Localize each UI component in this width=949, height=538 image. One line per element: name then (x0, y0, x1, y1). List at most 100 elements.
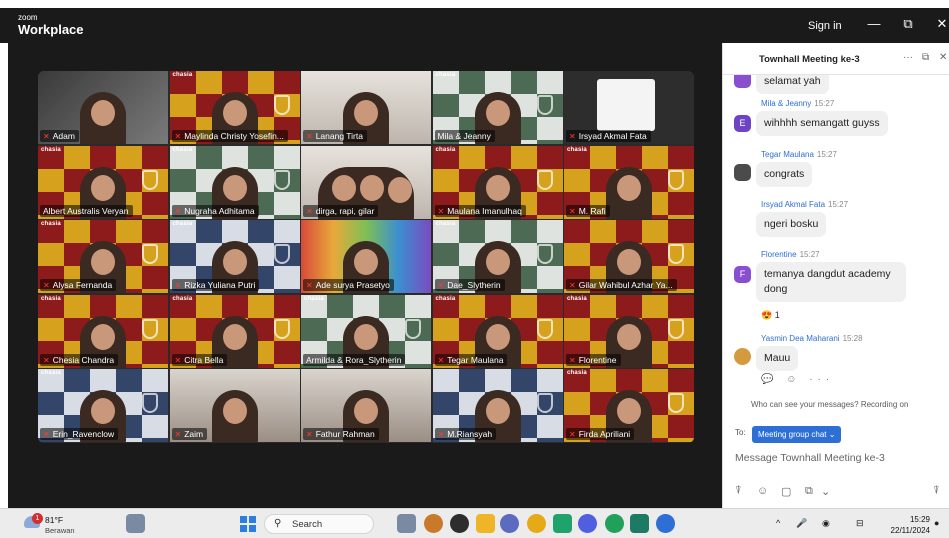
chat-title: Townhall Meeting ke-3 (759, 54, 860, 65)
participant-tile[interactable]: chasia ✕ Citra Bella (169, 294, 300, 368)
participant-tile[interactable]: chasia ✕ Erin_Ravenclow (38, 369, 168, 442)
avatar: F (734, 266, 751, 283)
chat-input[interactable] (735, 448, 940, 468)
participant-tile[interactable]: chasia ✕ Alysa Fernanda (38, 220, 168, 293)
participant-tile[interactable]: ✕ Lanang Tirta (301, 71, 431, 144)
popout-icon[interactable]: ⧉ (922, 52, 929, 63)
send-icon[interactable]: ⍒ (933, 485, 940, 498)
to-label: To: (735, 428, 746, 437)
participant-name: Tegar Maulana (447, 354, 504, 365)
house-watermark: chasia (567, 295, 587, 302)
zoom-window: { "app": { "brand_small": "zoom", "brand… (0, 0, 949, 538)
participant-tile[interactable]: ✕ Adam (38, 71, 168, 144)
clock[interactable]: 15:29 22/11/2024 (878, 514, 930, 536)
message-actions[interactable]: 💬 ☺ ··· (761, 374, 834, 385)
taskbar-app-icon[interactable] (656, 514, 675, 533)
restore-icon[interactable]: ⧉ (900, 16, 916, 32)
taskbar-search[interactable]: ⚲ Search (264, 514, 374, 534)
taskbar-app-icon[interactable] (424, 514, 443, 533)
participant-name-tag: ✕ Nugraha Adhitama (171, 204, 259, 217)
participant-name: Citra Bella (184, 354, 224, 365)
participant-tile[interactable]: chasia Mila & Jeanny (432, 71, 563, 144)
participant-tile[interactable]: chasia Albert Australis Veryan (38, 145, 168, 219)
muted-mic-icon: ✕ (569, 206, 576, 216)
participant-name: Florentine (578, 354, 617, 365)
tray-overflow-icon[interactable]: ^ (776, 518, 780, 528)
participant-tile[interactable]: chasia ✕ M. Rafi (564, 145, 694, 219)
file-icon[interactable]: ▢ (781, 485, 791, 498)
house-crest-icon (668, 393, 684, 413)
taskbar-app-icon[interactable] (578, 514, 597, 533)
taskbar-app-icon[interactable] (553, 514, 572, 533)
privacy-notice[interactable]: Who can see your messages? Recording on (751, 400, 908, 409)
taskbar-app-icon[interactable] (450, 514, 469, 533)
participant-name-tag: ✕ Alysa Fernanda (40, 279, 117, 291)
participant-name: Rizka Yuliana Putri (184, 280, 256, 290)
taskbar-app-icon[interactable] (630, 514, 649, 533)
participant-tile[interactable]: chasia ✕ Nugraha Adhitama (169, 145, 300, 219)
taskbar-app-icon[interactable] (605, 514, 624, 533)
taskbar-app-icon[interactable] (397, 514, 416, 533)
participant-tile[interactable]: chasia ✕ Florentine (564, 294, 694, 368)
participant-name: Adam (52, 131, 75, 141)
muted-mic-icon: ✕ (43, 355, 50, 365)
participant-tile[interactable]: ✕ dirga, rapi, gilar (301, 145, 431, 219)
house-crest-icon (536, 95, 553, 115)
screenshot-icon[interactable]: ⧉ (805, 485, 813, 498)
message-bubble: Mauu (756, 346, 799, 371)
taskbar: 1 81°F Berawan ⚲ Search ^ 🎤 ◉ ⊟ 15:29 22… (0, 508, 949, 538)
participant-tile[interactable]: chasia ✕ Rizka Yuliana Putri (169, 220, 300, 293)
sign-in-button[interactable]: Sign in (808, 20, 842, 32)
participant-tile[interactable]: ✕ Gilar Wahibul Azhar Ya... (564, 220, 694, 293)
muted-mic-icon: ✕ (43, 281, 50, 290)
participant-video (211, 390, 258, 442)
weather-description[interactable]: Berawan (45, 526, 75, 535)
participant-tile[interactable]: ✕ M.Riansyah (432, 369, 563, 442)
close-chat-icon[interactable]: ✕ (939, 52, 947, 63)
participant-tile[interactable]: chasia ✕ Dae_Slytherin (432, 220, 563, 293)
participant-tile[interactable]: ✕ Fathur Rahman (301, 369, 431, 442)
chat-messages: selamat yah Mila & Jeanny 15:27 E wihhhh … (723, 75, 949, 420)
muted-mic-icon: ✕ (174, 281, 182, 290)
start-icon[interactable] (240, 516, 256, 532)
muted-mic-icon: ✕ (43, 430, 50, 439)
participant-tile[interactable]: ✕ Irsyad Akmal Fata (564, 71, 694, 144)
participant-name-tag: ✕ Irsyad Akmal Fata (566, 130, 651, 142)
participant-tile[interactable]: ✕ Zaim (169, 369, 300, 442)
taskbar-app-icon[interactable] (500, 514, 519, 533)
participant-tile[interactable]: ✕ Ade surya Prasetyo (301, 220, 431, 293)
muted-mic-icon: ✕ (437, 206, 445, 216)
close-icon[interactable]: ✕ (934, 16, 949, 32)
participant-name: Maylinda Christy Yosefin... (184, 131, 284, 141)
minimize-icon[interactable]: — (866, 16, 882, 31)
chevron-down-icon[interactable]: ⌄ (821, 485, 830, 498)
participant-tile[interactable]: chasia ✕ Firda Apriliani (564, 369, 694, 442)
participant-name: M.Riansyah (447, 429, 493, 439)
reaction-badge[interactable]: 😍 1 (761, 310, 780, 321)
zoom-workplace-logo: zoom Workplace (18, 14, 84, 37)
participant-tile[interactable]: chasia ✕ Tegar Maulana (432, 294, 563, 368)
participant-tile[interactable]: chasia ✕ Chesia Chandra (38, 294, 168, 368)
notification-bell-icon[interactable]: ● (934, 518, 939, 528)
recipient-dropdown[interactable]: Meeting group chat ⌄ (752, 426, 842, 443)
format-icon[interactable]: ⍒ (735, 485, 742, 498)
taskbar-app-icon[interactable] (527, 514, 546, 533)
participant-video (606, 166, 652, 219)
participant-tile[interactable]: chasia ✕ Maylinda Christy Yosefin... (169, 71, 300, 144)
network-volume-icon[interactable]: ◉ (822, 518, 830, 529)
participant-name-tag: ✕ Rizka Yuliana Putri (171, 279, 260, 291)
more-icon[interactable]: ··· (903, 52, 913, 63)
participant-name-tag: ✕ Fathur Rahman (303, 428, 379, 440)
house-crest-icon (668, 318, 684, 339)
weather-temperature[interactable]: 81°F (45, 515, 63, 525)
participant-tile[interactable]: chasia ✕ Maulana Imanulhaq (432, 145, 563, 219)
participant-name: Chesia Chandra (52, 354, 115, 365)
taskbar-app-icon[interactable] (476, 514, 495, 533)
battery-icon[interactable]: ⊟ (856, 518, 864, 529)
emoji-icon[interactable]: ☺ (757, 485, 768, 497)
microphone-icon[interactable]: 🎤 (796, 518, 807, 529)
house-watermark: chasia (41, 146, 61, 153)
app-icon[interactable] (126, 514, 145, 533)
participant-tile[interactable]: chasia Armilda & Rora_Slytherin (301, 294, 431, 368)
participant-name-tag: ✕ Maylinda Christy Yosefin... (171, 130, 288, 142)
